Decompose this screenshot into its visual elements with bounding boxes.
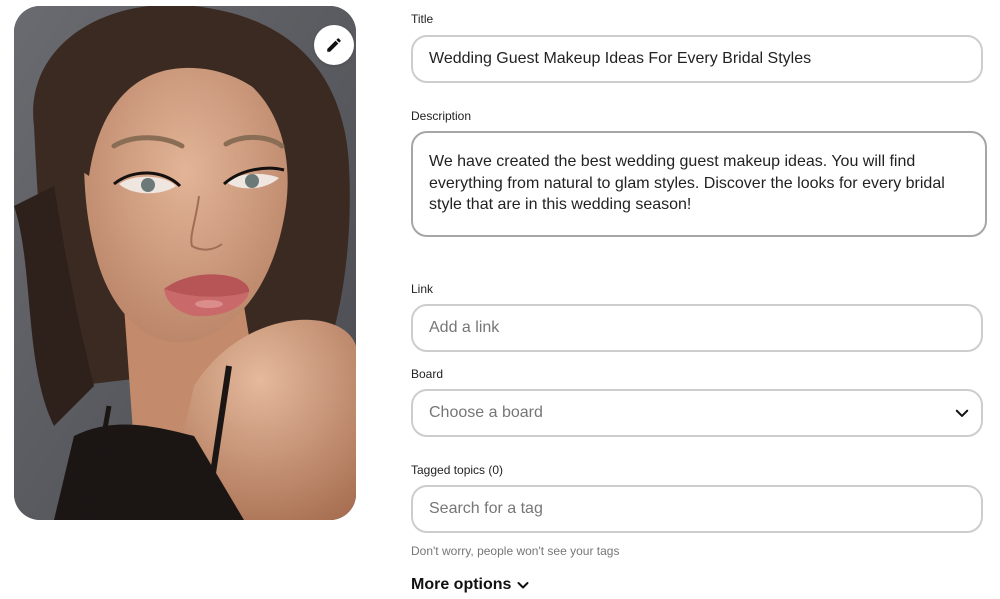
board-placeholder: Choose a board	[429, 404, 543, 421]
board-select[interactable]: Choose a board	[411, 389, 983, 437]
more-options-button[interactable]: More options	[411, 576, 529, 594]
chevron-down-icon	[517, 582, 529, 589]
link-input[interactable]: Add a link	[411, 304, 983, 352]
edit-image-button[interactable]	[314, 25, 354, 65]
description-textarea[interactable]: We have created the best wedding guest m…	[411, 131, 987, 237]
tags-helper-text: Don't worry, people won't see your tags	[411, 544, 620, 558]
chevron-down-icon	[955, 409, 969, 417]
more-options-label: More options	[411, 576, 512, 593]
tagged-topics-label: Tagged topics (0)	[411, 463, 504, 477]
tag-search-placeholder: Search for a tag	[429, 500, 543, 517]
title-value: Wedding Guest Makeup Ideas For Every Bri…	[429, 50, 812, 67]
tag-search-input[interactable]: Search for a tag	[411, 485, 983, 533]
portrait-photo	[14, 6, 356, 520]
pencil-icon	[327, 38, 341, 52]
description-label: Description	[411, 109, 472, 123]
board-label: Board	[411, 367, 444, 381]
title-label: Title	[411, 12, 434, 26]
pin-image	[14, 6, 356, 520]
link-label: Link	[411, 282, 434, 296]
title-field[interactable]: Wedding Guest Makeup Ideas For Every Bri…	[411, 35, 983, 83]
link-placeholder: Add a link	[429, 319, 500, 336]
